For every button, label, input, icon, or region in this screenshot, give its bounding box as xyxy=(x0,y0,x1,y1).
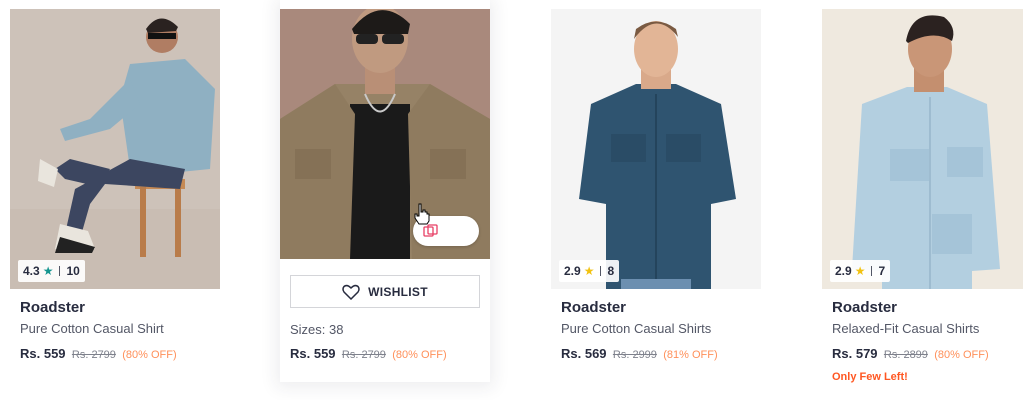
product-name: Pure Cotton Casual Shirts xyxy=(561,321,712,336)
brand-name: Roadster xyxy=(832,299,898,316)
product-image[interactable] xyxy=(280,9,490,259)
price-row: Rs. 559 Rs. 2799 (80% OFF) xyxy=(20,346,220,363)
price-row: Rs. 559 Rs. 2799 (80% OFF) xyxy=(290,346,447,361)
product-name: Pure Cotton Casual Shirt xyxy=(20,321,164,336)
similar-icon xyxy=(423,224,438,237)
rating-value: 2.9 xyxy=(835,264,852,278)
discount-label: (80% OFF) xyxy=(122,349,177,361)
product-photo xyxy=(10,9,220,289)
original-price: Rs. 2799 xyxy=(71,349,116,361)
star-icon: ★ xyxy=(854,264,866,278)
star-icon: ★ xyxy=(583,264,595,278)
divider xyxy=(59,266,61,276)
product-photo xyxy=(822,9,1023,289)
product-image[interactable]: 4.3 ★ 10 xyxy=(10,9,220,289)
product-photo xyxy=(551,9,761,289)
original-price: Rs. 2899 xyxy=(883,349,928,361)
discount-label: (80% OFF) xyxy=(392,349,447,361)
rating-count: 7 xyxy=(878,264,886,278)
price-row: Rs. 579 Rs. 2899 (80% OFF) xyxy=(832,346,1023,363)
brand-name: Roadster xyxy=(20,299,86,316)
rating-count: 10 xyxy=(66,264,80,278)
divider xyxy=(871,266,873,276)
rating-count: 8 xyxy=(607,264,615,278)
discount-label: (80% OFF) xyxy=(934,349,989,361)
product-info: Roadster Pure Cotton Casual Shirts Rs. 5… xyxy=(561,298,761,363)
brand-name: Roadster xyxy=(561,299,627,316)
rating-value: 2.9 xyxy=(564,264,581,278)
product-info: Roadster Relaxed-Fit Casual Shirts Rs. 5… xyxy=(832,298,1023,383)
rating-badge: 4.3 ★ 10 xyxy=(18,260,85,282)
selling-price: Rs. 579 xyxy=(832,346,878,361)
sizes-text: Sizes: 38 xyxy=(290,322,344,337)
hand-cursor-icon xyxy=(414,203,430,225)
rating-badge: 2.9 ★ 7 xyxy=(830,260,891,282)
discount-label: (81% OFF) xyxy=(663,349,718,361)
original-price: Rs. 2999 xyxy=(612,349,657,361)
heart-icon xyxy=(342,284,360,300)
product-image[interactable]: 2.9 ★ 8 xyxy=(551,9,761,289)
wishlist-label: WISHLIST xyxy=(368,284,428,299)
original-price: Rs. 2799 xyxy=(341,349,386,361)
wishlist-button[interactable]: WISHLIST xyxy=(290,275,480,308)
product-image[interactable]: 2.9 ★ 7 xyxy=(822,9,1023,289)
selling-price: Rs. 559 xyxy=(290,346,336,361)
product-name: Relaxed-Fit Casual Shirts xyxy=(832,321,980,336)
product-card[interactable]: 4.3 ★ 10 Roadster Pure Cotton Casual Shi… xyxy=(10,0,220,400)
price-row: Rs. 569 Rs. 2999 (81% OFF) xyxy=(561,346,761,363)
selling-price: Rs. 569 xyxy=(561,346,607,361)
divider xyxy=(600,266,602,276)
product-card-hovered[interactable]: WISHLIST Sizes: 38 Rs. 559 Rs. 2799 (80%… xyxy=(280,0,490,382)
stock-note: Only Few Left! xyxy=(832,371,908,383)
product-info: Roadster Pure Cotton Casual Shirt Rs. 55… xyxy=(20,298,220,363)
rating-value: 4.3 xyxy=(23,264,40,278)
product-card[interactable]: 2.9 ★ 7 Roadster Relaxed-Fit Casual Shir… xyxy=(822,0,1023,400)
star-icon: ★ xyxy=(42,264,54,278)
rating-badge: 2.9 ★ 8 xyxy=(559,260,620,282)
product-card[interactable]: 2.9 ★ 8 Roadster Pure Cotton Casual Shir… xyxy=(551,0,761,400)
selling-price: Rs. 559 xyxy=(20,346,66,361)
